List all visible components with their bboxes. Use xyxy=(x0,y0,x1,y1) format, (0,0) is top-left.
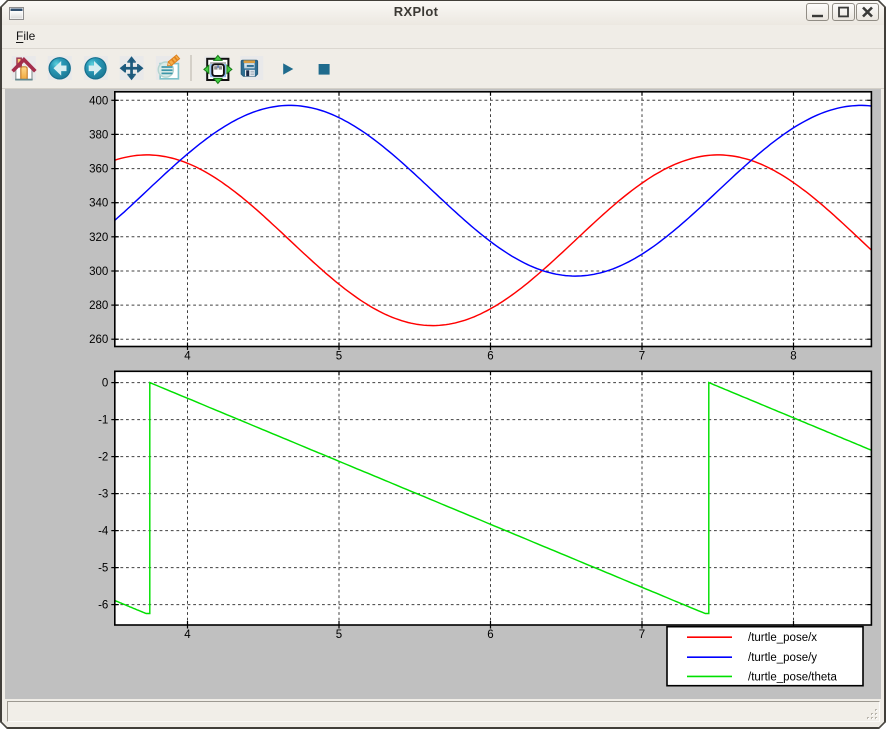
svg-text:4: 4 xyxy=(184,629,191,641)
svg-text:280: 280 xyxy=(89,300,108,312)
svg-text:/turtle_pose/y: /turtle_pose/y xyxy=(748,652,817,664)
svg-text:-4: -4 xyxy=(98,526,109,538)
svg-text:400: 400 xyxy=(89,95,108,107)
svg-text:320: 320 xyxy=(89,232,108,244)
svg-text:8: 8 xyxy=(790,351,796,363)
svg-text:340: 340 xyxy=(89,198,108,210)
svg-text:-3: -3 xyxy=(98,489,108,501)
svg-text:6: 6 xyxy=(487,629,493,641)
svg-text:5: 5 xyxy=(336,629,342,641)
svg-text:-6: -6 xyxy=(98,600,108,612)
svg-text:4: 4 xyxy=(184,351,191,363)
svg-text:/turtle_pose/x: /turtle_pose/x xyxy=(748,632,817,644)
svg-text:7: 7 xyxy=(639,629,645,641)
svg-text:0: 0 xyxy=(102,378,108,390)
svg-text:/turtle_pose/theta: /turtle_pose/theta xyxy=(748,671,837,683)
svg-text:7: 7 xyxy=(639,351,645,363)
svg-text:-5: -5 xyxy=(98,563,108,575)
svg-text:-2: -2 xyxy=(98,452,108,464)
svg-text:-1: -1 xyxy=(98,415,108,427)
svg-text:380: 380 xyxy=(89,129,108,141)
svg-text:360: 360 xyxy=(89,164,108,176)
svg-text:300: 300 xyxy=(89,266,108,278)
svg-text:5: 5 xyxy=(336,351,342,363)
svg-text:260: 260 xyxy=(89,334,108,346)
svg-text:6: 6 xyxy=(487,351,493,363)
